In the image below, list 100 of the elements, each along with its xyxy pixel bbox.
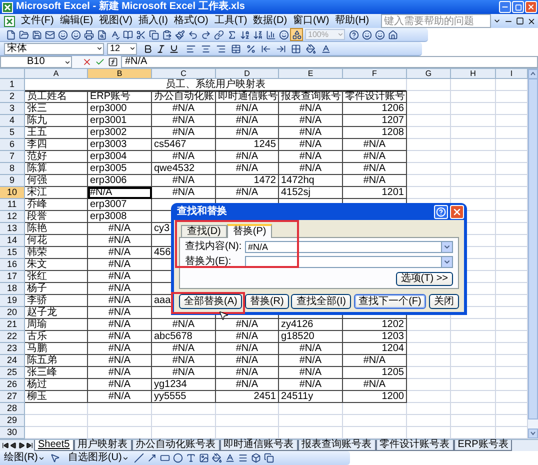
menu-item[interactable]: 工具(T) bbox=[214, 16, 248, 26]
sheet-tab[interactable]: 报表查询账号表 bbox=[298, 440, 376, 451]
sheet-tab[interactable]: ERP账号表 bbox=[454, 440, 512, 451]
row-header[interactable]: 10 bbox=[0, 187, 25, 199]
dialog-button[interactable]: 关闭 bbox=[428, 294, 459, 309]
dropdown-icon[interactable] bbox=[493, 17, 501, 25]
vertical-scrollbar[interactable] bbox=[528, 69, 538, 439]
menu-item[interactable]: 窗口(W) bbox=[293, 16, 330, 26]
dropdown-icon[interactable] bbox=[122, 454, 129, 462]
next-sheet-icon[interactable] bbox=[18, 442, 25, 449]
row-header[interactable]: 19 bbox=[0, 295, 25, 307]
row-header[interactable]: 28 bbox=[0, 403, 25, 415]
chart-icon[interactable] bbox=[264, 28, 277, 41]
column-header[interactable]: F bbox=[343, 69, 407, 79]
autoshapes-menu[interactable]: 自选图形(U) bbox=[68, 453, 129, 463]
folder-icon[interactable] bbox=[17, 28, 30, 41]
last-sheet-icon[interactable] bbox=[26, 442, 33, 449]
ellipse-icon[interactable] bbox=[172, 452, 185, 464]
maximize-icon[interactable] bbox=[512, 1, 524, 13]
row-header[interactable]: 1 bbox=[0, 79, 25, 91]
undo-icon[interactable] bbox=[186, 28, 199, 41]
workbook-icon[interactable] bbox=[4, 16, 15, 26]
smiley-icon[interactable] bbox=[360, 28, 373, 41]
menu-item[interactable]: 文件(F) bbox=[21, 16, 54, 26]
close-icon[interactable] bbox=[527, 16, 536, 26]
replace-field[interactable] bbox=[245, 256, 442, 268]
dialog-button[interactable]: 查找全部(I) bbox=[291, 294, 351, 309]
dropdown-icon[interactable] bbox=[129, 45, 136, 52]
column-header[interactable]: E bbox=[279, 69, 343, 79]
function-icon[interactable] bbox=[106, 56, 119, 68]
row-header[interactable]: 22 bbox=[0, 331, 25, 343]
options-button[interactable]: 选项(T) >> bbox=[396, 272, 453, 286]
smiley-icon[interactable] bbox=[56, 28, 69, 41]
picture-icon[interactable] bbox=[198, 452, 211, 464]
sheet-tab[interactable]: 用户映射表 bbox=[74, 440, 132, 451]
column-header[interactable]: D bbox=[216, 69, 279, 79]
restore-icon[interactable] bbox=[516, 17, 524, 25]
line-icon[interactable] bbox=[132, 452, 146, 464]
dialog-tab[interactable]: 查找(D) bbox=[181, 225, 227, 237]
column-header[interactable]: G bbox=[407, 69, 451, 79]
merge-cells-icon[interactable] bbox=[229, 42, 242, 55]
menu-item[interactable]: 格式(O) bbox=[174, 16, 208, 26]
row-header[interactable]: 17 bbox=[0, 271, 25, 283]
sheet-tab[interactable]: Sheet5 bbox=[34, 440, 74, 451]
row-header[interactable]: 29 bbox=[0, 415, 25, 427]
cut-icon[interactable] bbox=[134, 28, 147, 41]
column-header[interactable]: B bbox=[88, 69, 152, 79]
column-header[interactable]: I bbox=[496, 69, 528, 79]
save-icon[interactable] bbox=[30, 28, 43, 41]
format-painter-icon[interactable] bbox=[173, 28, 186, 41]
sheet-tab[interactable]: 零件设计账号表 bbox=[376, 440, 454, 451]
row-header[interactable]: 7 bbox=[0, 151, 25, 163]
fill-color-icon[interactable] bbox=[304, 42, 317, 55]
row-header[interactable]: 13 bbox=[0, 223, 25, 235]
row-header[interactable]: 9 bbox=[0, 175, 25, 187]
font-size-field[interactable]: 12 bbox=[107, 42, 137, 54]
smiley-icon[interactable] bbox=[277, 28, 290, 41]
text-box-icon[interactable] bbox=[184, 452, 198, 464]
row-header[interactable]: 6 bbox=[0, 139, 25, 151]
drawing-toggle-button[interactable] bbox=[290, 28, 303, 41]
menu-item[interactable]: 帮助(H) bbox=[335, 16, 370, 26]
print-icon[interactable] bbox=[82, 28, 95, 41]
row-header[interactable]: 30 bbox=[0, 427, 25, 439]
find-field[interactable]: #N/A bbox=[245, 241, 442, 253]
first-sheet-icon[interactable] bbox=[2, 442, 9, 449]
row-header[interactable]: 27 bbox=[0, 391, 25, 403]
copy-icon[interactable] bbox=[147, 28, 160, 41]
row-header[interactable]: 2 bbox=[0, 91, 25, 103]
smiley-icon[interactable] bbox=[69, 28, 82, 41]
name-box[interactable]: B10 bbox=[0, 56, 72, 68]
row-header[interactable]: 12 bbox=[0, 211, 25, 223]
menu-item[interactable]: 视图(V) bbox=[99, 16, 132, 26]
column-header[interactable]: C bbox=[152, 69, 216, 79]
menu-item[interactable]: 数据(D) bbox=[253, 16, 288, 26]
dialog-button[interactable]: 全部替换(A) bbox=[179, 294, 242, 309]
help-icon[interactable] bbox=[347, 28, 360, 41]
previous-sheet-icon[interactable] bbox=[10, 442, 17, 449]
borders-icon[interactable] bbox=[289, 42, 302, 55]
menu-item[interactable]: 编辑(E) bbox=[60, 16, 94, 26]
row-header[interactable]: 26 bbox=[0, 379, 25, 391]
font-field[interactable]: 宋体 bbox=[4, 42, 104, 54]
help-search-field[interactable]: 键入需要帮助的问题 bbox=[381, 14, 491, 28]
menu-item[interactable]: 插入(I) bbox=[138, 16, 168, 26]
fill-color-icon[interactable] bbox=[210, 452, 224, 464]
dropdown-icon[interactable] bbox=[96, 45, 103, 52]
row-header[interactable]: 15 bbox=[0, 247, 25, 259]
sheet-tab[interactable]: 办公自动化账号表 bbox=[132, 440, 220, 451]
row-header[interactable]: 18 bbox=[0, 283, 25, 295]
row-header[interactable]: 11 bbox=[0, 199, 25, 211]
row-header[interactable]: 14 bbox=[0, 235, 25, 247]
dialog-tab[interactable]: 替换(P) bbox=[226, 224, 272, 238]
row-header[interactable]: 23 bbox=[0, 343, 25, 355]
dialog-button[interactable]: 替换(R) bbox=[244, 294, 289, 309]
row-header[interactable]: 24 bbox=[0, 355, 25, 367]
column-header[interactable]: A bbox=[25, 69, 88, 79]
hyperlink-icon[interactable] bbox=[212, 28, 225, 41]
book-icon[interactable] bbox=[121, 28, 134, 41]
row-header[interactable]: 4 bbox=[0, 115, 25, 127]
column-header[interactable]: H bbox=[451, 69, 496, 79]
3d-icon[interactable] bbox=[250, 452, 263, 464]
